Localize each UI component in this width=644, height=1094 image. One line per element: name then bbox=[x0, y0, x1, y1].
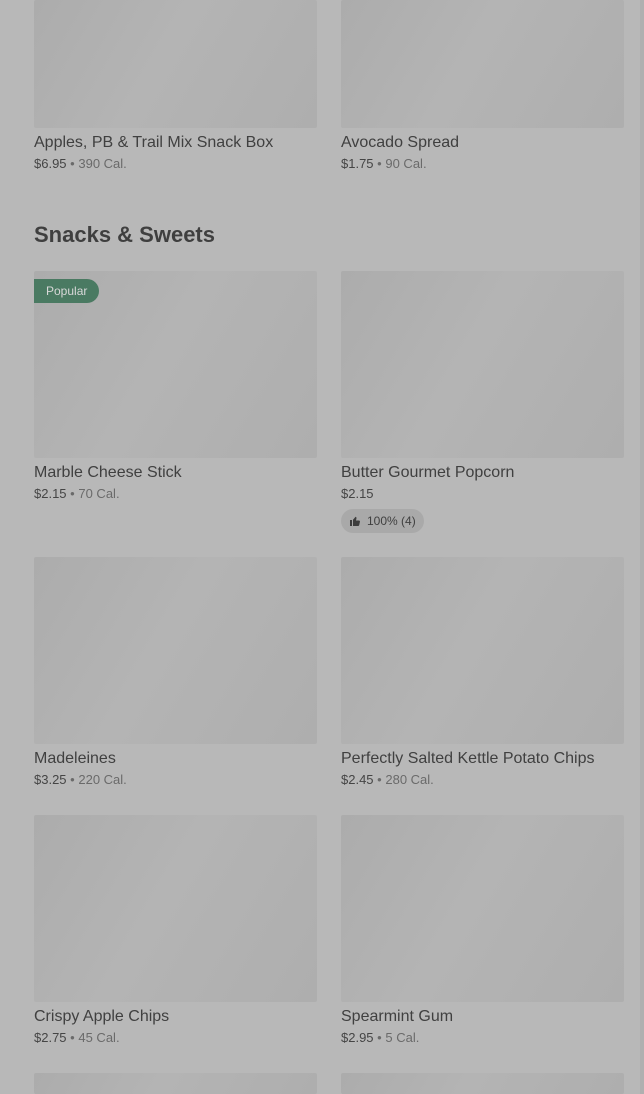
item-image[interactable] bbox=[34, 557, 317, 744]
meta-separator: • bbox=[70, 1030, 75, 1045]
scrollbar-track[interactable] bbox=[640, 0, 644, 1094]
item-name: Crispy Apple Chips bbox=[34, 1008, 170, 1025]
item-image[interactable] bbox=[34, 815, 317, 1002]
item-meta: $1.75 • 90 Cal. bbox=[341, 155, 624, 173]
item-name: Butter Gourmet Popcorn bbox=[341, 464, 515, 481]
menu-item-card[interactable]: Perfectly Salted Kettle Potato Chips $2.… bbox=[341, 557, 624, 789]
meta-separator: • bbox=[377, 1030, 382, 1045]
item-image[interactable] bbox=[341, 0, 624, 128]
item-meta: $2.15 • 70 Cal. bbox=[34, 485, 317, 503]
item-calories: 90 Cal. bbox=[385, 156, 427, 171]
menu-item-card[interactable]: Spearmint Gum $2.95 • 5 Cal. bbox=[341, 815, 624, 1047]
item-image[interactable] bbox=[341, 271, 624, 458]
item-calories: 45 Cal. bbox=[78, 1030, 120, 1045]
menu-item-card[interactable]: Madeleines $3.25 • 220 Cal. bbox=[34, 557, 317, 789]
rating-text: 100% (4) bbox=[367, 514, 416, 528]
menu-item-card[interactable] bbox=[341, 1073, 624, 1094]
rating-pill: 100% (4) bbox=[341, 509, 424, 533]
popular-badge: Popular bbox=[34, 279, 100, 303]
thumbs-up-icon bbox=[350, 516, 360, 526]
meta-separator: • bbox=[377, 772, 382, 787]
item-price: $2.95 bbox=[341, 1030, 374, 1045]
item-meta: $6.95 • 390 Cal. bbox=[34, 155, 317, 173]
menu-page: Apples, PB & Trail Mix Snack Box $6.95 •… bbox=[0, 0, 644, 1094]
item-calories: 390 Cal. bbox=[78, 156, 127, 171]
menu-item-card[interactable]: Butter Gourmet Popcorn $2.15 100% (4) bbox=[341, 271, 624, 533]
menu-item-card[interactable]: Crispy Apple Chips $2.75 • 45 Cal. bbox=[34, 815, 317, 1047]
item-name: Avocado Spread bbox=[341, 134, 460, 151]
item-meta: $2.95 • 5 Cal. bbox=[341, 1029, 624, 1047]
item-name: Apples, PB & Trail Mix Snack Box bbox=[34, 134, 274, 151]
meta-separator: • bbox=[70, 156, 75, 171]
meta-separator: • bbox=[377, 156, 382, 171]
meta-separator: • bbox=[70, 772, 75, 787]
item-price: $2.45 bbox=[341, 772, 374, 787]
item-image[interactable] bbox=[34, 0, 317, 128]
item-name: Perfectly Salted Kettle Potato Chips bbox=[341, 750, 595, 767]
item-image[interactable] bbox=[341, 815, 624, 1002]
item-price: $6.95 bbox=[34, 156, 67, 171]
menu-item-card[interactable]: Popular Marble Cheese Stick $2.15 • 70 C… bbox=[34, 271, 317, 503]
meta-separator: • bbox=[70, 486, 75, 501]
menu-item-card[interactable] bbox=[34, 1073, 317, 1094]
item-calories: 220 Cal. bbox=[78, 772, 127, 787]
item-image[interactable] bbox=[341, 557, 624, 744]
item-price: $2.15 bbox=[341, 486, 374, 501]
menu-item-card[interactable]: Apples, PB & Trail Mix Snack Box $6.95 •… bbox=[34, 0, 317, 173]
menu-item-card[interactable]: Avocado Spread $1.75 • 90 Cal. bbox=[341, 0, 624, 173]
item-meta: $2.45 • 280 Cal. bbox=[341, 771, 624, 789]
item-image[interactable] bbox=[34, 1073, 317, 1094]
item-name: Spearmint Gum bbox=[341, 1008, 454, 1025]
item-calories: 70 Cal. bbox=[78, 486, 120, 501]
item-calories: 280 Cal. bbox=[385, 772, 434, 787]
item-price: $1.75 bbox=[341, 156, 374, 171]
item-image[interactable] bbox=[341, 1073, 624, 1094]
item-meta: $3.25 • 220 Cal. bbox=[34, 771, 317, 789]
item-name: Madeleines bbox=[34, 750, 116, 767]
item-meta: $2.75 • 45 Cal. bbox=[34, 1029, 317, 1047]
item-name: Marble Cheese Stick bbox=[34, 464, 182, 481]
item-calories: 5 Cal. bbox=[385, 1030, 420, 1045]
item-price: $2.15 bbox=[34, 486, 67, 501]
item-price: $3.25 bbox=[34, 772, 67, 787]
item-meta: $2.15 bbox=[341, 485, 624, 503]
item-price: $2.75 bbox=[34, 1030, 67, 1045]
item-image[interactable]: Popular bbox=[34, 271, 317, 458]
section-title: Snacks & Sweets bbox=[34, 222, 215, 247]
